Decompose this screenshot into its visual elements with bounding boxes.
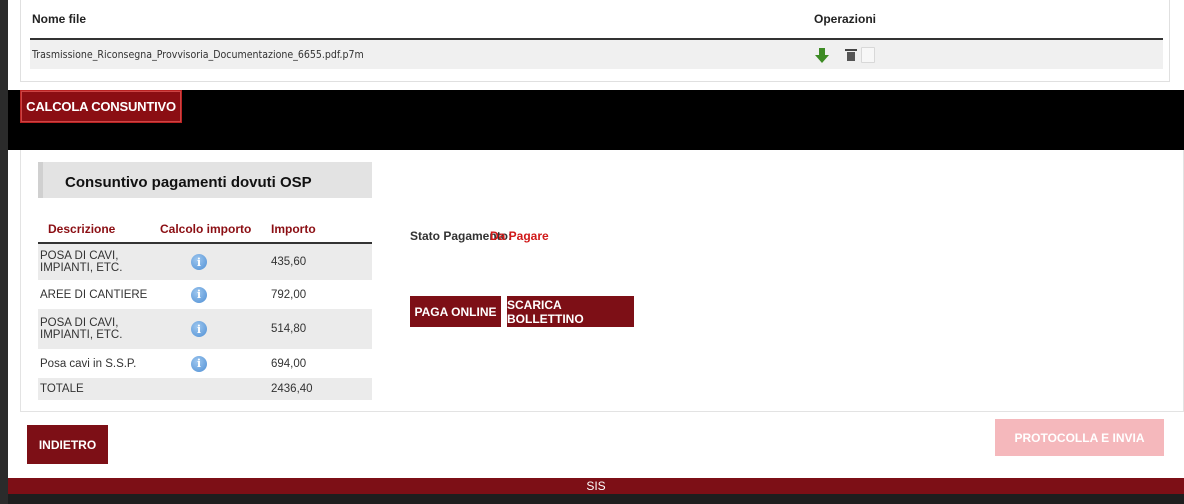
row-description: AREE DI CANTIERE	[40, 288, 148, 301]
column-header-calc: Calcolo importo	[160, 222, 252, 236]
row-amount: 792,00	[271, 288, 307, 301]
summary-title-box: Consuntivo pagamenti dovuti OSP	[38, 162, 372, 198]
column-header-description: Descrizione	[48, 222, 116, 236]
toolbar-band	[8, 90, 1184, 150]
protocolla-e-invia-button[interactable]: PROTOCOLLA E INVIA	[995, 419, 1164, 456]
total-row: TOTALE 2436,40	[38, 378, 372, 400]
table-row: Posa cavi in S.S.P. i 694,00	[38, 349, 372, 378]
row-description: Posa cavi in S.S.P.	[40, 357, 137, 370]
table-row: POSA DI CAVI, IMPIANTI, ETC. i 435,60	[38, 244, 372, 280]
payments-table-header: Descrizione Calcolo importo Importo	[38, 216, 372, 244]
info-icon[interactable]: i	[191, 286, 207, 303]
column-header-operations: Operazioni	[814, 12, 877, 26]
table-row: AREE DI CANTIERE i 792,00	[38, 280, 372, 309]
file-table: Nome file Operazioni Trasmissione_Ricons…	[30, 0, 1163, 69]
paga-online-button[interactable]: PAGA ONLINE	[410, 296, 501, 327]
payment-status-value: Da Pagare	[490, 229, 549, 243]
row-description: POSA DI CAVI, IMPIANTI, ETC.	[40, 250, 123, 274]
row-description: POSA DI CAVI, IMPIANTI, ETC.	[40, 317, 123, 341]
info-icon[interactable]: i	[191, 355, 207, 372]
trash-icon[interactable]	[845, 48, 857, 61]
file-row: Trasmissione_Riconsegna_Provvisoria_Docu…	[30, 40, 1163, 69]
back-button[interactable]: INDIETRO	[27, 425, 108, 464]
document-icon[interactable]	[861, 46, 875, 63]
summary-title: Consuntivo pagamenti dovuti OSP	[65, 174, 312, 191]
file-table-header: Nome file Operazioni	[30, 0, 1163, 40]
row-amount: 694,00	[271, 357, 307, 370]
info-icon[interactable]: i	[191, 321, 207, 337]
footer-bottom-bar	[8, 494, 1184, 504]
file-operations	[809, 46, 875, 63]
total-amount: 2436,40	[271, 383, 313, 395]
total-label: TOTALE	[40, 383, 84, 395]
file-name: Trasmissione_Riconsegna_Provvisoria_Docu…	[32, 48, 364, 61]
column-header-amount: Importo	[271, 222, 316, 236]
footer: SIS	[8, 478, 1184, 494]
info-icon[interactable]: i	[191, 254, 207, 270]
row-amount: 435,60	[271, 256, 307, 268]
calcola-consuntivo-button[interactable]: CALCOLA CONSUNTIVO	[21, 91, 181, 122]
payments-table: Descrizione Calcolo importo Importo POSA…	[38, 216, 372, 400]
row-amount: 514,80	[271, 323, 307, 335]
column-header-file-name: Nome file	[32, 12, 87, 26]
download-icon[interactable]	[815, 47, 829, 63]
table-row: POSA DI CAVI, IMPIANTI, ETC. i 514,80	[38, 309, 372, 349]
footer-text: SIS	[586, 479, 606, 493]
left-window-frame	[0, 0, 8, 504]
scarica-bollettino-button[interactable]: SCARICA BOLLETTINO	[507, 296, 634, 327]
